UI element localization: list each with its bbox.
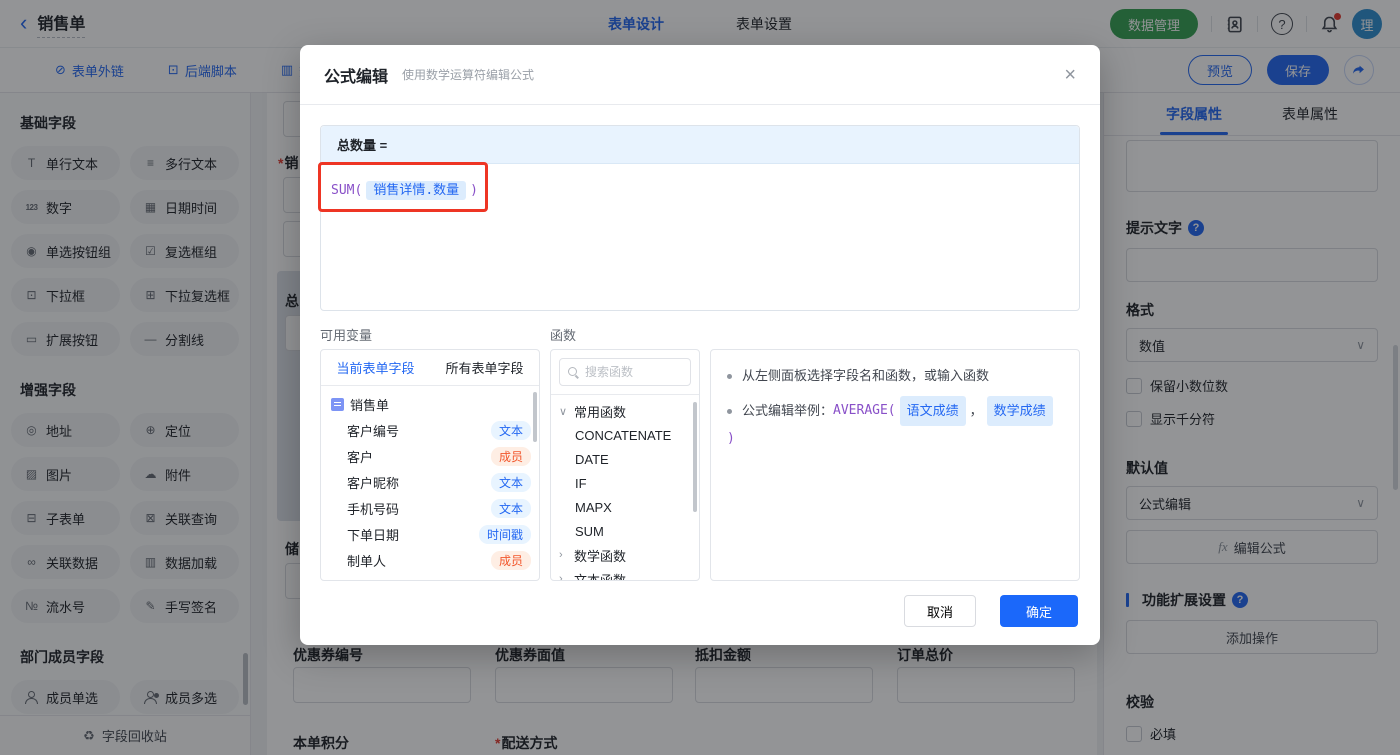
- formula-editor-box[interactable]: 总数量 = SUM( 销售详情.数量): [320, 125, 1080, 311]
- variable-name: 客户: [347, 447, 373, 466]
- function-search-input[interactable]: [585, 365, 675, 379]
- function-group-text[interactable]: › 文本函数: [551, 567, 699, 581]
- tree-root-label: 销售单: [350, 395, 389, 414]
- help-column: 从左侧面板选择字段名和函数，或输入函数 公式编辑举例： AVERAGE( 语文成…: [710, 325, 1080, 581]
- variable-name: 手机号码: [347, 499, 399, 518]
- type-badge: 时间戳: [479, 525, 531, 544]
- variables-tree: 销售单 客户编号文本 客户成员 客户昵称文本 手机号码文本 下单日期时间戳 制单…: [321, 386, 539, 573]
- close-icon[interactable]: ×: [1064, 65, 1076, 85]
- function-name: DATE: [575, 452, 609, 467]
- help-panel: 从左侧面板选择字段名和函数，或输入函数 公式编辑举例： AVERAGE( 语文成…: [710, 349, 1080, 581]
- variable-row[interactable]: 下单日期 时间戳: [321, 521, 539, 547]
- chevron-down-icon: ∨: [559, 405, 569, 418]
- cancel-button[interactable]: 取消: [904, 595, 976, 627]
- formula-target-text: 总数量 =: [337, 135, 387, 154]
- modal-panels: 可用变量 当前表单字段 所有表单字段 销售单 客户编号文本 客: [320, 325, 1080, 581]
- help-text: 从左侧面板选择字段名和函数，或输入函数: [742, 363, 989, 389]
- formula-field-chip[interactable]: 销售详情.数量: [366, 181, 466, 200]
- variable-row[interactable]: 客户 成员: [321, 443, 539, 469]
- function-search-wrap: [551, 350, 699, 395]
- variables-scrollbar[interactable]: [533, 392, 537, 442]
- type-badge: 文本: [491, 421, 531, 440]
- formula-target: 总数量 =: [321, 126, 1079, 164]
- function-name: IF: [575, 476, 587, 491]
- function-search-box[interactable]: [559, 358, 691, 386]
- variable-name: 客户昵称: [347, 473, 399, 492]
- function-item[interactable]: SUM: [551, 519, 699, 543]
- variable-row[interactable]: 手机号码 文本: [321, 495, 539, 521]
- variable-name: 客户编号: [347, 421, 399, 440]
- variable-row[interactable]: 客户编号 文本: [321, 417, 539, 443]
- function-group-common[interactable]: ∨ 常用函数: [551, 399, 699, 423]
- help-label-spacer: [710, 325, 1080, 349]
- modal-body: 总数量 = SUM( 销售详情.数量) 可用变量 当前表单字段 所有表单字段: [300, 105, 1100, 601]
- type-badge: 文本: [491, 499, 531, 518]
- modal-header: 公式编辑 使用数学运算符编辑公式 ×: [300, 45, 1100, 105]
- tab-all-form-fields[interactable]: 所有表单字段: [430, 358, 539, 377]
- variables-label: 可用变量: [320, 325, 540, 349]
- variable-row[interactable]: 制单人 成员: [321, 547, 539, 573]
- group-label: 常用函数: [574, 402, 626, 421]
- variables-panel: 当前表单字段 所有表单字段 销售单 客户编号文本 客户成员 客户昵称文本 手机号…: [320, 349, 540, 581]
- help-text: 公式编辑举例：: [742, 398, 833, 424]
- help-example-line: 公式编辑举例： AVERAGE( 语文成绩 ， 数学成绩 ): [727, 396, 1063, 452]
- functions-label: 函数: [550, 325, 700, 349]
- chevron-right-icon: ›: [559, 573, 569, 581]
- bullet-icon: [727, 374, 732, 379]
- example-function: AVERAGE(: [833, 398, 896, 424]
- type-badge: 成员: [491, 551, 531, 570]
- functions-scrollbar[interactable]: [693, 402, 697, 512]
- variable-name: 制单人: [347, 551, 386, 570]
- bullet-icon: [727, 409, 732, 414]
- comma-text: ，: [970, 398, 983, 424]
- function-name: SUM: [575, 524, 604, 539]
- tab-current-form-fields[interactable]: 当前表单字段: [321, 358, 430, 377]
- app-screen: ‹ 销售单 表单设计 表单设置 数据管理 ? 理 ⊘ 表单外链: [0, 0, 1400, 755]
- function-item[interactable]: IF: [551, 471, 699, 495]
- example-field-chip: 数学成绩: [987, 396, 1053, 426]
- confirm-button[interactable]: 确定: [1000, 595, 1078, 627]
- modal-footer: 取消 确定: [904, 595, 1078, 627]
- variable-row[interactable]: 客户昵称 文本: [321, 469, 539, 495]
- form-doc-icon: [331, 398, 344, 411]
- variables-tabs: 当前表单字段 所有表单字段: [321, 350, 539, 386]
- type-badge: 文本: [491, 473, 531, 492]
- function-item[interactable]: CONCATENATE: [551, 423, 699, 447]
- example-field-chip: 语文成绩: [900, 396, 966, 426]
- functions-tree: ∨ 常用函数 CONCATENATE DATE IF MAPX SUM › 数学函数…: [551, 395, 699, 581]
- function-group-math[interactable]: › 数学函数: [551, 543, 699, 567]
- type-badge: 成员: [491, 447, 531, 466]
- functions-panel: ∨ 常用函数 CONCATENATE DATE IF MAPX SUM › 数学函数…: [550, 349, 700, 581]
- variable-name: 下单日期: [347, 525, 399, 544]
- help-line: 从左侧面板选择字段名和函数，或输入函数: [727, 363, 1063, 389]
- modal-title: 公式编辑: [324, 63, 388, 87]
- modal-subtitle: 使用数学运算符编辑公式: [402, 66, 534, 83]
- formula-content[interactable]: SUM( 销售详情.数量): [321, 164, 1079, 213]
- search-icon: [568, 367, 579, 378]
- chevron-right-icon: ›: [559, 549, 569, 561]
- tree-root-item[interactable]: 销售单: [321, 391, 539, 417]
- function-item[interactable]: DATE: [551, 447, 699, 471]
- functions-column: 函数 ∨ 常用函数 CONCATENATE DATE IF: [550, 325, 700, 581]
- group-label: 文本函数: [574, 570, 626, 582]
- function-item[interactable]: MAPX: [551, 495, 699, 519]
- function-name: CONCATENATE: [575, 428, 671, 443]
- function-name: MAPX: [575, 500, 612, 515]
- variables-column: 可用变量 当前表单字段 所有表单字段 销售单 客户编号文本 客: [320, 325, 540, 581]
- formula-editor-modal: 公式编辑 使用数学运算符编辑公式 × 总数量 = SUM( 销售详情.数量) 可用…: [300, 45, 1100, 645]
- group-label: 数学函数: [574, 546, 626, 565]
- example-close-paren: ): [727, 426, 735, 452]
- formula-function: SUM(: [331, 183, 362, 198]
- formula-close-paren: ): [470, 183, 478, 198]
